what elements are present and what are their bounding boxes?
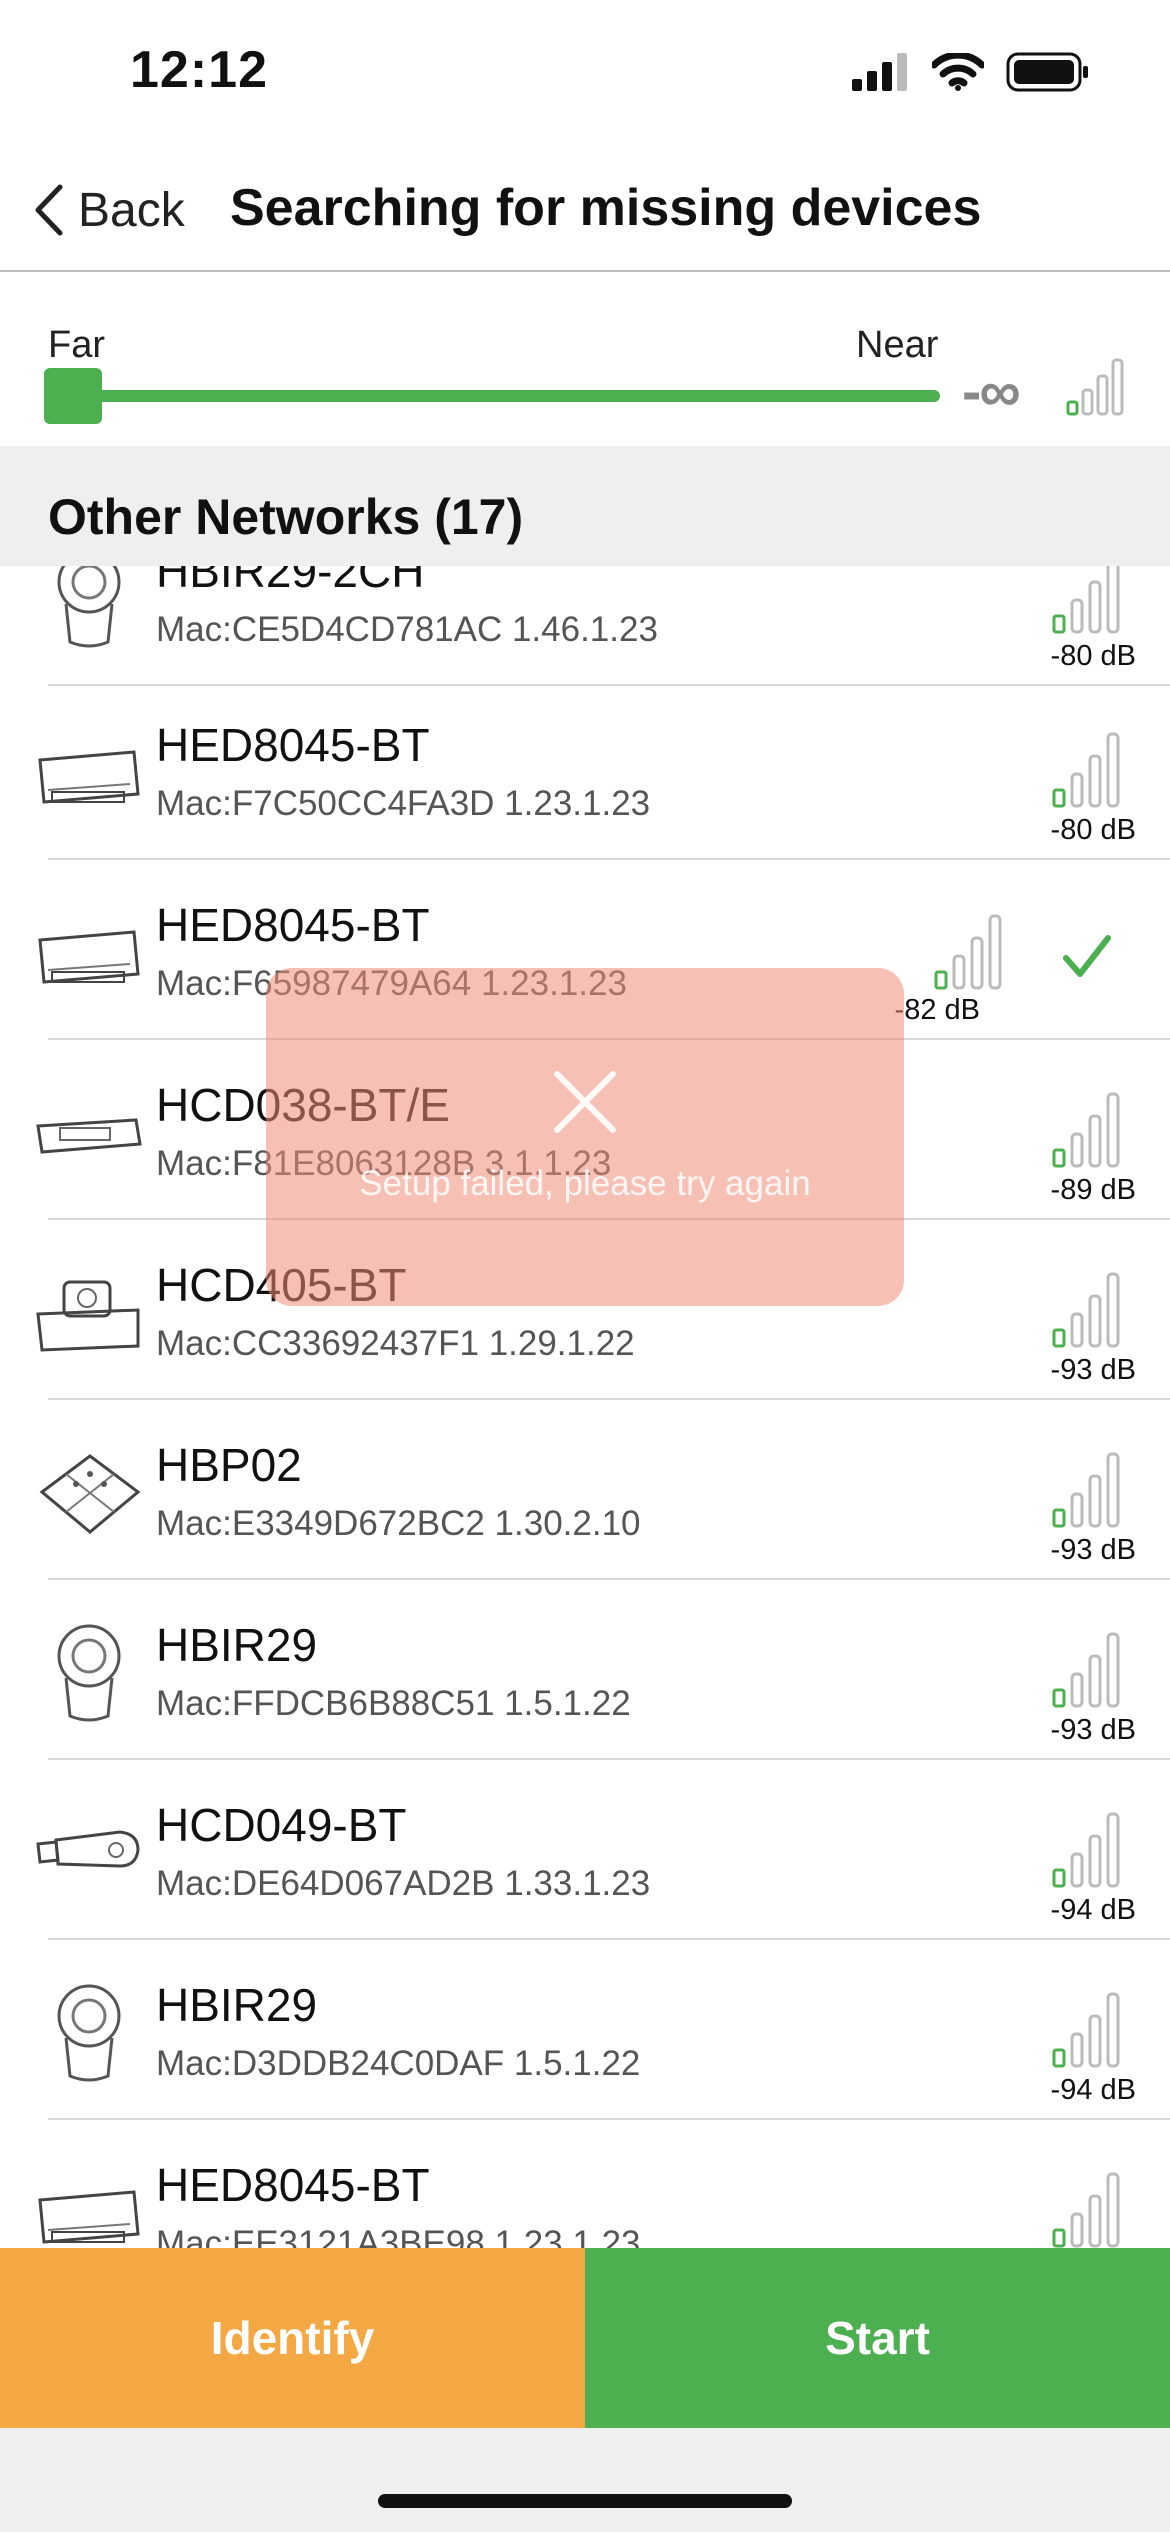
status-icons — [852, 52, 1090, 92]
module-icon — [36, 1280, 140, 1352]
signal-db-label: -94 dB — [1050, 1894, 1136, 1926]
device-row[interactable]: HED8045-BT Mac:F7C50CC4FA3D 1.23.1.23 -8… — [0, 680, 1170, 860]
signal-db-label: -93 dB — [1050, 1354, 1136, 1386]
device-mac: Mac:E3349D672BC2 1.30.2.10 — [156, 1504, 641, 1543]
driver-flat-icon — [36, 1118, 142, 1154]
nav-bar: Back Searching for missing devices — [0, 150, 1170, 272]
device-mac: Mac:DE64D067AD2B 1.33.1.23 — [156, 1864, 651, 1903]
signal-strength-icon — [1052, 732, 1120, 808]
identify-button[interactable]: Identify — [0, 2248, 585, 2428]
device-list[interactable]: HBIR29-2CH Mac:CE5D4CD781AC 1.46.1.23 -8… — [0, 566, 1170, 2248]
chevron-left-icon — [35, 184, 63, 236]
signal-strength-icon — [1052, 566, 1120, 634]
status-bar: 12:12 — [0, 0, 1170, 150]
device-name: HED8045-BT — [156, 899, 430, 951]
device-mac: Mac:CC33692437F1 1.29.1.22 — [156, 1324, 635, 1363]
signal-db-label: -94 dB — [1050, 2074, 1136, 2106]
device-name: HED8045-BT — [156, 2159, 430, 2211]
signal-strength-icon — [1052, 1812, 1120, 1888]
range-far-label: Far — [48, 324, 105, 366]
signal-strength-icon — [1052, 1452, 1120, 1528]
home-indicator[interactable] — [378, 2494, 792, 2508]
back-label: Back — [78, 183, 185, 237]
section-title: Other Networks (17) — [48, 489, 524, 545]
signal-db-label: -80 dB — [1050, 814, 1136, 846]
range-near-label: Near — [856, 324, 939, 366]
signal-strength-icon — [1052, 1992, 1120, 2068]
wifi-icon — [932, 53, 984, 91]
back-button[interactable]: Back — [34, 175, 185, 245]
device-name: HBIR29 — [156, 1619, 318, 1671]
signal-db-label: -93 dB — [1050, 1534, 1136, 1566]
device-name: HBP02 — [156, 1439, 302, 1491]
signal-strength-icon — [1052, 1092, 1120, 1168]
signal-strength-icon — [1052, 1632, 1120, 1708]
device-row[interactable]: HBIR29 Mac:FFDCB6B88C51 1.5.1.22 -93 dB — [0, 1580, 1170, 1760]
device-row[interactable]: HED8045-BT Mac:EE3121A3BE98 1.23.1.23 — [0, 2120, 1170, 2248]
page-title: Searching for missing devices — [230, 179, 982, 237]
device-mac: Mac:D3DDB24C0DAF 1.5.1.22 — [156, 2044, 641, 2083]
range-slider-track[interactable] — [60, 390, 940, 402]
usb-icon — [36, 1830, 140, 1868]
driver-icon — [38, 2190, 140, 2244]
close-icon — [554, 1071, 616, 1133]
signal-db-label: -89 dB — [1050, 1174, 1136, 1206]
device-mac: Mac:EE3121A3BE98 1.23.1.23 — [156, 2224, 641, 2248]
sensor-icon — [57, 1984, 121, 2082]
device-mac: Mac:FFDCB6B88C51 1.5.1.22 — [156, 1684, 631, 1723]
cellular-signal-icon — [852, 53, 907, 91]
device-name: HBIR29-2CH — [156, 566, 425, 597]
device-row[interactable]: HBIR29 Mac:D3DDB24C0DAF 1.5.1.22 -94 dB — [0, 1940, 1170, 2120]
range-slider-thumb[interactable] — [44, 368, 102, 424]
device-name: HED8045-BT — [156, 719, 430, 771]
device-row[interactable]: HBP02 Mac:E3349D672BC2 1.30.2.10 -93 dB — [0, 1400, 1170, 1580]
home-indicator-area — [0, 2428, 1170, 2532]
device-name: HCD049-BT — [156, 1799, 407, 1851]
signal-range: Far Near -∞ — [0, 272, 1170, 446]
device-row[interactable]: HBIR29-2CH Mac:CE5D4CD781AC 1.46.1.23 -8… — [0, 566, 1170, 686]
signal-strength-icon — [1052, 2172, 1120, 2248]
checkmark-icon — [1063, 935, 1111, 977]
error-message: Setup failed, please try again — [359, 1164, 811, 1203]
signal-db-label: -93 dB — [1050, 1714, 1136, 1746]
bottom-action-bar: Identify Start — [0, 2248, 1170, 2428]
range-value-label: -∞ — [962, 359, 1021, 424]
error-toast: Setup failed, please try again — [266, 968, 904, 1306]
sensor-icon — [57, 1624, 121, 1722]
push-button-icon — [39, 1454, 141, 1534]
signal-strength-icon — [934, 914, 1002, 990]
device-row[interactable]: HCD049-BT Mac:DE64D067AD2B 1.33.1.23 -94… — [0, 1760, 1170, 1940]
section-header: Other Networks (17) — [0, 446, 1170, 566]
signal-strength-icon — [1052, 1272, 1120, 1348]
driver-icon — [38, 930, 140, 984]
start-button[interactable]: Start — [585, 2248, 1170, 2428]
device-mac: Mac:CE5D4CD781AC 1.46.1.23 — [156, 610, 658, 649]
device-name: HBIR29 — [156, 1979, 318, 2031]
sensor-icon — [57, 566, 121, 648]
signal-db-label: -80 dB — [1050, 640, 1136, 672]
device-mac: Mac:F7C50CC4FA3D 1.23.1.23 — [156, 784, 651, 823]
status-time: 12:12 — [130, 41, 268, 99]
signal-strength-icon — [1066, 358, 1124, 416]
driver-icon — [38, 750, 140, 804]
battery-icon — [1006, 52, 1088, 92]
signal-db-label: -82 dB — [894, 994, 980, 1026]
